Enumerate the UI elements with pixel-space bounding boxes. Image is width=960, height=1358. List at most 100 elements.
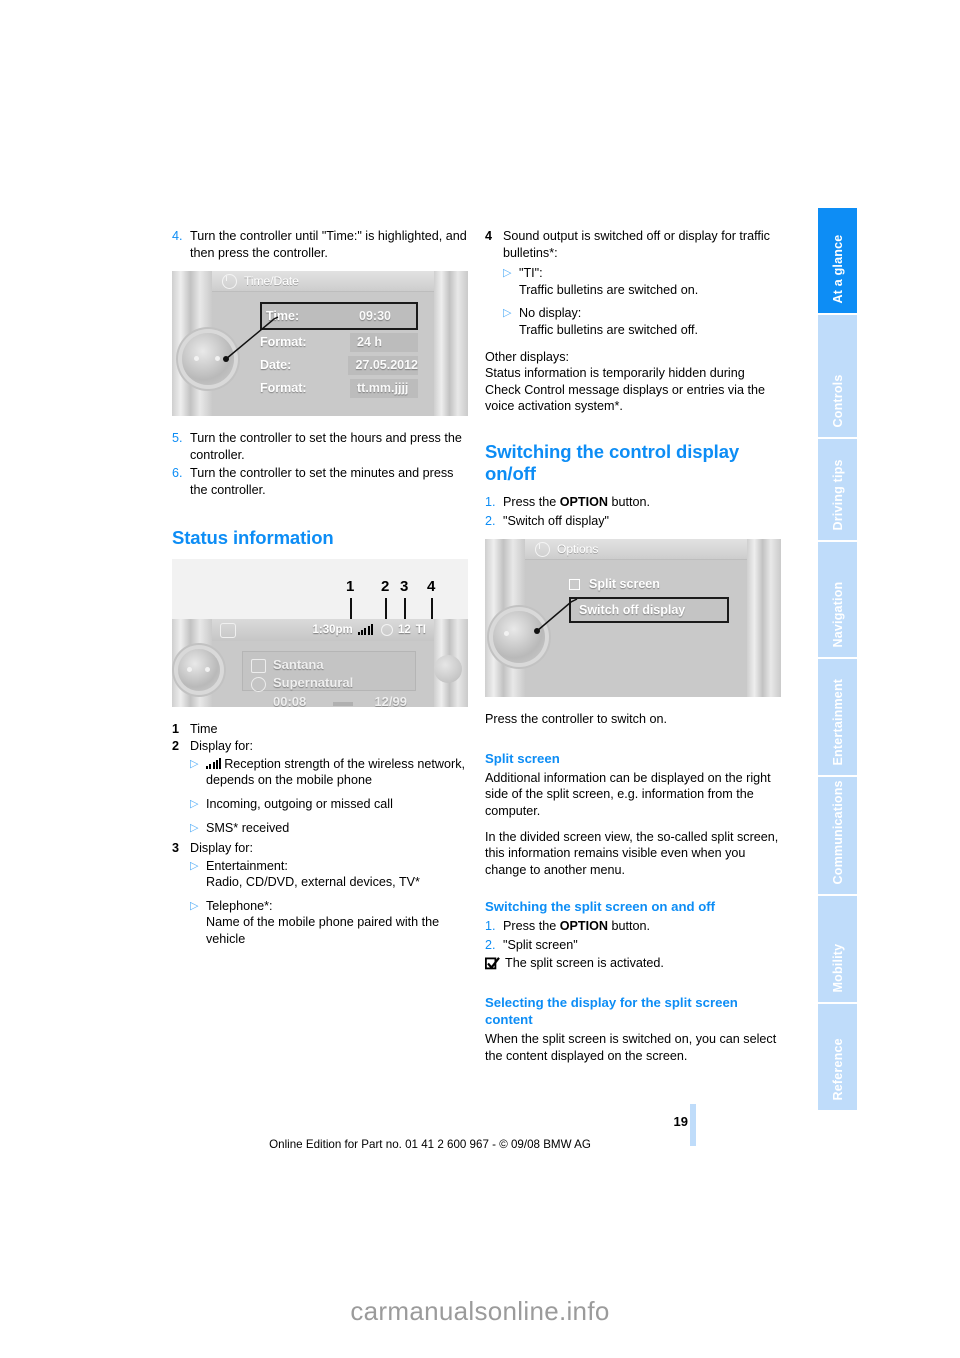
clock-icon — [380, 623, 393, 636]
status-bar: 1:30pm 12 TI — [212, 618, 434, 641]
legend-text: Display for: — [190, 739, 253, 754]
selecting-display-paragraph: When the split screen is switched on, yo… — [485, 1032, 777, 1063]
elapsed-time: 00:08 — [273, 693, 307, 707]
heading-switching-split-screen: Switching the split screen on and off — [485, 899, 716, 915]
legend-item: 1 Time — [172, 721, 468, 738]
step-text: Turn the controller until "Time:" is hig… — [190, 229, 467, 260]
row-value: 09:30 — [359, 308, 391, 323]
heading-split-screen: Split screen — [485, 750, 560, 766]
time-date-row[interactable]: Date: 27.05.2012 — [260, 355, 418, 376]
sidebar-tab-at-a-glance[interactable]: At a glance — [818, 208, 857, 315]
step-text: Press the OPTION button. — [503, 918, 781, 935]
bullet-text: SMS* received — [206, 820, 290, 835]
press-controller-paragraph: Press the controller to switch on. — [485, 712, 667, 727]
artist-icon — [251, 658, 266, 673]
bullet-text: Reception strength of the wireless netwo… — [206, 756, 468, 789]
option-button-keyword: OPTION — [559, 919, 608, 934]
split-screen-paragraph-2: In the divided screen view, the so-calle… — [485, 829, 779, 877]
step-item: 2. "Switch off display" — [485, 513, 781, 530]
step-number: 6. — [172, 466, 183, 481]
options-row-split-screen[interactable]: Split screen — [569, 574, 729, 594]
knob-dot — [194, 356, 199, 362]
step-text-lead: Press the — [503, 494, 560, 509]
step-number: 1. — [485, 494, 496, 509]
row-value: 24 h — [350, 333, 418, 353]
knob-dot — [504, 631, 509, 637]
time-date-row[interactable]: Format: tt.mm.jjjj — [260, 378, 418, 399]
album-icon — [251, 676, 266, 692]
callout-leader-line — [223, 316, 279, 363]
triangle-bullet-icon: ▷ — [190, 757, 199, 770]
bullet-text: Telephone*: Name of the mobile phone pai… — [206, 898, 440, 946]
controller-knob-icon — [178, 648, 220, 691]
knob-dot — [205, 666, 210, 672]
sidebar-tab-communications[interactable]: Communications — [818, 777, 857, 896]
step-number: 5. — [172, 431, 183, 446]
bullet-item: ▷ Incoming, outgoing or missed call — [172, 796, 468, 813]
triangle-bullet-icon: ▷ — [190, 899, 199, 912]
step-item: 1. Press the OPTION button. — [485, 918, 781, 935]
triangle-bullet-icon: ▷ — [503, 267, 512, 280]
row-label: Switch off display — [579, 602, 686, 617]
clock-icon — [222, 273, 237, 289]
legend-number: 4 — [485, 229, 493, 243]
sidebar-tab-reference[interactable]: Reference — [818, 1004, 857, 1110]
bullet-item: ▷ Entertainment: Radio, CD/DVD, external… — [172, 858, 468, 891]
callout-number: 1 — [346, 577, 355, 595]
step-text: "Switch off display" — [503, 513, 610, 528]
triangle-bullet-icon: ▷ — [190, 821, 199, 834]
triangle-bullet-icon: ▷ — [190, 859, 199, 872]
bullet-text: Entertainment: Radio, CD/DVD, external d… — [206, 858, 420, 890]
status-time: 1:30pm — [312, 623, 353, 636]
sidebar-tab-label: At a glance — [830, 234, 845, 303]
step-item: 4. Turn the controller until "Time:" is … — [172, 228, 468, 261]
sidebar-tab-mobility[interactable]: Mobility — [818, 896, 857, 1004]
sidebar-tab-navigation[interactable]: Navigation — [818, 542, 857, 659]
step-text: Turn the controller to set the minutes a… — [190, 466, 454, 497]
bullet-item: ▷ SMS* received — [172, 820, 468, 837]
step-item: 5. Turn the controller to set the hours … — [172, 430, 468, 463]
row-label: Split screen — [589, 576, 660, 591]
step-text: Turn the controller to set the hours and… — [190, 431, 462, 462]
sidebar-tab-label: Entertainment — [830, 678, 845, 765]
callout-number: 2 — [381, 577, 390, 595]
step-text-tail: button. — [607, 494, 650, 509]
step-text-lead: Press the — [503, 919, 560, 934]
signal-bars-icon — [357, 623, 373, 635]
time-date-screenshot: Time/Date Time: 09:30 Format: 24 h Date:… — [172, 271, 468, 417]
sidebar-tab-controls[interactable]: Controls — [818, 315, 857, 439]
step-text: "Split screen" — [503, 937, 578, 952]
sidebar-tab-entertainment[interactable]: Entertainment — [818, 659, 857, 777]
bullet-text: Incoming, outgoing or missed call — [206, 796, 393, 811]
bezel-right — [434, 271, 468, 417]
sidebar-tab-label: Driving tips — [830, 458, 845, 530]
result-item: The split screen is activated. — [485, 955, 781, 972]
heading-status-information: Status information — [172, 526, 334, 548]
sidebar-tab-driving-tips[interactable]: Driving tips — [818, 439, 857, 542]
step-text-tail: button. — [607, 919, 650, 934]
album-name: Supernatural — [273, 674, 354, 690]
status-bar-right: 1:30pm 12 TI — [312, 622, 426, 639]
left-text-column: 4. Turn the controller until "Time:" is … — [172, 228, 468, 948]
legend-text: Time — [190, 721, 218, 736]
bullet-text: No display: Traffic bulletins are switch… — [519, 306, 698, 337]
option-button-keyword: OPTION — [559, 494, 608, 509]
artist-name: Santana — [273, 656, 324, 672]
bullet-item: ▷ Reception strength of the wireless net… — [172, 756, 468, 789]
legend-item: 2 Display for: — [172, 738, 468, 755]
legend-number: 1 — [172, 721, 180, 736]
status-temperature: 12 — [397, 623, 411, 636]
bullet-item: ▷ No display: Traffic bulletins are swit… — [485, 305, 781, 338]
heading-selecting-display: Selecting the display for the split scre… — [485, 995, 738, 1028]
callout-number: 4 — [427, 577, 436, 595]
secondary-knob-icon — [434, 654, 462, 683]
bullet-item: ▷ "TI": Traffic bulletins are switched o… — [485, 265, 781, 298]
heading-switching-control-display: Switching the control display on/off — [485, 440, 740, 484]
time-date-row[interactable]: Format: 24 h — [260, 332, 418, 353]
time-date-row[interactable]: Time: 09:30 — [260, 302, 418, 331]
options-row-switch-off-display[interactable]: Switch off display — [569, 597, 729, 624]
signal-bars-icon — [206, 757, 222, 769]
screenshot-titlebar: Time/Date — [212, 271, 434, 293]
callout-leader-line — [534, 598, 578, 635]
screenshot-title: Time/Date — [244, 273, 299, 288]
